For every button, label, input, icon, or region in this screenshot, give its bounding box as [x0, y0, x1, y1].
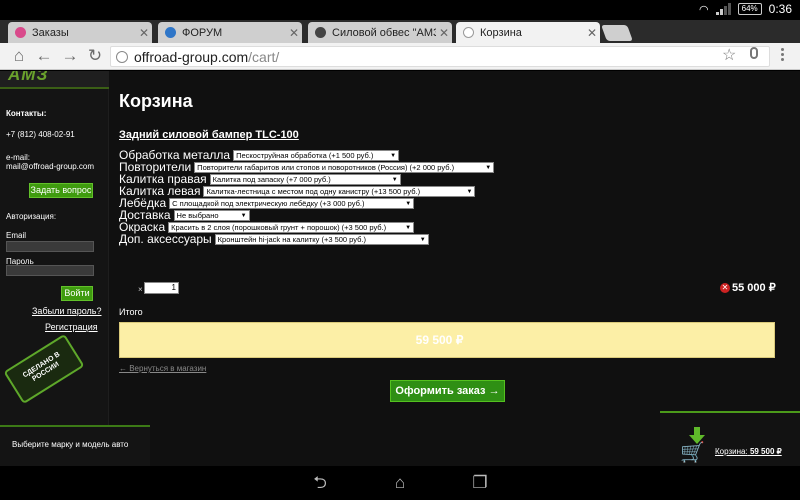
tab-label: ФОРУМ [182, 26, 223, 39]
phone-number: +7 (812) 408-02-91 [6, 130, 75, 139]
cart-icon[interactable]: 🛒 [680, 442, 710, 464]
site-logo[interactable]: АМЗ [0, 71, 109, 89]
register-link[interactable]: Регистрация [45, 322, 98, 332]
option-select[interactable]: Калитка под запаску (+7 000 руб.) [209, 173, 401, 185]
tab-cart[interactable]: Корзина ✕ [456, 22, 600, 43]
option-row-accessories: Доп. аксессуары Кронштейн hi-jack на кал… [119, 233, 429, 245]
tab-label: Корзина [480, 26, 522, 39]
wifi-icon: ◠ [699, 3, 709, 16]
contacts-heading: Контакты: [6, 109, 47, 118]
sidebar: АМЗ Контакты: +7 (812) 408-02-91 e-mail:… [0, 71, 109, 466]
tab-forum[interactable]: ФОРУМ ✕ [158, 22, 302, 43]
cart-content: Корзина Задний силовой бампер TLC-100 Об… [110, 71, 800, 466]
remove-item-icon[interactable]: ✕ [720, 283, 730, 293]
menu-dots-icon[interactable] [781, 48, 785, 63]
close-icon[interactable]: ✕ [584, 26, 600, 40]
cart-summary-link[interactable]: Корзина: 59 500 ₽ [715, 447, 782, 456]
new-tab-button[interactable] [601, 25, 633, 41]
auth-heading: Авторизация: [6, 212, 57, 221]
status-icons: ◠ 64% 0:36 [699, 2, 792, 16]
tab-amz[interactable]: Силовой обвес "АМЗ" ✕ [308, 22, 452, 43]
close-icon[interactable]: ✕ [436, 26, 452, 40]
tab-favicon-amz-icon [315, 27, 326, 38]
close-icon[interactable]: ✕ [136, 26, 152, 40]
tab-label: Силовой обвес "АМЗ" [332, 26, 436, 39]
clock: 0:36 [768, 2, 792, 16]
home-icon[interactable]: ⌂ [385, 473, 415, 493]
checkout-button[interactable]: Оформить заказ → [390, 380, 505, 402]
option-row-left-gate: Калитка левая Калитка-лестница с местом … [119, 185, 476, 197]
password-field[interactable] [6, 265, 94, 276]
total-amount: 59 500 ₽ [415, 333, 464, 347]
option-select[interactable]: Калитка-лестница с местом под одну канис… [203, 185, 476, 197]
bookmark-star-icon[interactable]: ☆ [722, 45, 736, 65]
url-host: offroad-group.com [134, 48, 249, 65]
login-button[interactable]: Войти [61, 286, 93, 301]
tab-favicon-orders-icon [15, 27, 26, 38]
system-nav-bar: ⮌ ⌂ ❐ [0, 466, 800, 500]
email-label: e-mail: [6, 153, 31, 162]
recent-apps-icon[interactable]: ❐ [465, 473, 495, 493]
forgot-password-link[interactable]: Забыли пароль? [32, 306, 101, 316]
quantity-input[interactable]: 1 [144, 282, 179, 294]
microphone-icon[interactable] [750, 47, 758, 59]
reload-icon[interactable]: ↻ [84, 45, 106, 67]
made-in-russia-badge: СДЕЛАНО В РОССИИ [3, 333, 85, 405]
option-select[interactable]: Повторители габаритов или стопов и повор… [194, 161, 495, 173]
browser-toolbar: ⌂ ← → ↻ offroad-group.com/cart/ ☆ [0, 43, 800, 70]
page-title: Корзина [119, 91, 193, 111]
cart-total: 59 500 ₽ [749, 447, 782, 456]
quantity-multiplier: × [138, 285, 143, 294]
choose-car-text: Выберите марку и модель авто [12, 440, 129, 449]
total-label: Итого [119, 307, 143, 317]
cart-label: Корзина: [715, 447, 748, 456]
product-link[interactable]: Задний силовой бампер TLC-100 [119, 129, 299, 141]
email-field-label: Email [6, 231, 27, 240]
status-bar: ◠ 64% 0:36 [0, 0, 800, 20]
option-select[interactable]: Кронштейн hi-jack на калитку (+3 500 руб… [214, 233, 429, 245]
signal-icon [715, 3, 731, 15]
tab-bar: Заказы ✕ ФОРУМ ✕ Силовой обвес "АМЗ" ✕ К… [0, 20, 800, 43]
back-icon[interactable]: ⮌ [305, 473, 335, 493]
email-field[interactable] [6, 241, 94, 252]
web-page: АМЗ Контакты: +7 (812) 408-02-91 e-mail:… [0, 71, 800, 466]
close-icon[interactable]: ✕ [286, 26, 302, 40]
tab-label: Заказы [32, 26, 69, 39]
globe-icon [463, 27, 474, 38]
line-total: 55 000 ₽ [732, 282, 776, 294]
tab-favicon-forum-icon [165, 27, 176, 38]
option-select[interactable]: Не выбрано [173, 209, 250, 221]
url-path: /cart/ [248, 48, 280, 65]
back-arrow-icon[interactable]: ← [33, 45, 55, 67]
globe-icon [116, 50, 128, 63]
address-bar[interactable]: offroad-group.com/cart/ [110, 46, 770, 67]
total-box: 59 500 ₽ [119, 322, 775, 358]
home-icon[interactable]: ⌂ [8, 45, 30, 67]
back-to-shop-link[interactable]: ← Вернуться в магазин [119, 364, 206, 373]
option-select[interactable]: Красить в 2 слоя (порошковый грунт + пор… [168, 221, 415, 233]
email-address[interactable]: mail@offroad-group.com [6, 162, 94, 171]
option-select[interactable]: С площадкой под электрическую лебёдку (+… [169, 197, 415, 209]
badge-text: СДЕЛАНО В РОССИИ [21, 351, 62, 383]
forward-arrow-icon[interactable]: → [59, 45, 81, 67]
battery-indicator: 64% [737, 3, 762, 15]
option-select[interactable]: Пескоструйная обработка (+1 500 руб.) [233, 149, 400, 161]
tab-orders[interactable]: Заказы ✕ [8, 22, 152, 43]
option-label: Доп. аксессуары [119, 232, 212, 246]
ask-question-button[interactable]: Задать вопрос [29, 183, 93, 198]
choose-car-panel[interactable]: Выберите марку и модель авто [0, 425, 150, 466]
logo-text: АМЗ [8, 71, 49, 84]
